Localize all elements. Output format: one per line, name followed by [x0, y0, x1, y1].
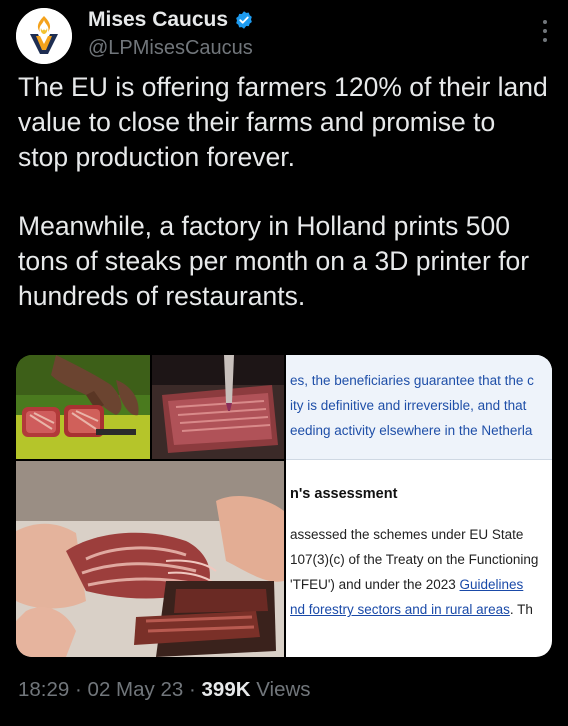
document-screenshot[interactable]: es, the beneficiaries guarantee that the… [286, 355, 552, 657]
document-line: 107(3)(c) of the Treaty on the Functioni… [290, 552, 539, 567]
tweet-paragraph-1: The EU is offering farmers 120% of their… [18, 72, 548, 172]
verified-badge-icon [236, 11, 252, 29]
document-text: 'TFEU') and under the 2023 [290, 577, 460, 592]
meat-slicing-photo[interactable] [16, 355, 150, 459]
avatar[interactable] [16, 8, 72, 64]
document-link[interactable]: nd forestry sectors and in rural areas [290, 602, 510, 617]
views-count[interactable]: 399K [202, 678, 251, 701]
tweet-paragraph-2: Meanwhile, a factory in Holland prints 5… [18, 211, 530, 311]
document-line: ity is definitive and irreversible, and … [290, 398, 527, 413]
printer-nozzle-photo[interactable] [152, 355, 284, 459]
more-options-icon[interactable] [542, 20, 548, 42]
author-name-row[interactable]: Mises Caucus [88, 8, 254, 32]
author-display-name[interactable]: Mises Caucus [88, 8, 228, 32]
tweet-time[interactable]: 18:29 [18, 678, 69, 701]
author-handle[interactable]: @LPMisesCaucus [88, 37, 253, 60]
meta-separator: · [75, 678, 82, 701]
meta-separator: · [188, 678, 196, 701]
document-line: assessed the schemes under EU State [290, 527, 524, 542]
torn-steak-photo[interactable] [16, 461, 284, 657]
document-heading: n's assessment [290, 486, 398, 502]
tweet-date[interactable]: 02 May 23 [88, 678, 184, 701]
document-line: es, the beneficiaries guarantee that the… [290, 373, 534, 388]
document-divider [286, 459, 552, 460]
guidelines-link[interactable]: Guidelines [460, 577, 524, 592]
views-label[interactable]: Views [256, 678, 310, 701]
tweet-text: The EU is offering farmers 120% of their… [18, 70, 548, 314]
tweet-meta: 18:29 · 02 May 23 · 399K Views [18, 678, 311, 702]
document-text: . Th [509, 602, 533, 617]
document-line: eeding activity elsewhere in the Netherl… [290, 423, 533, 438]
document-line: nd forestry sectors and in rural areas. … [290, 602, 533, 617]
torch-logo-icon [16, 8, 72, 64]
document-line: 'TFEU') and under the 2023 Guidelines [290, 577, 523, 592]
tweet-media[interactable]: es, the beneficiaries guarantee that the… [16, 355, 552, 657]
